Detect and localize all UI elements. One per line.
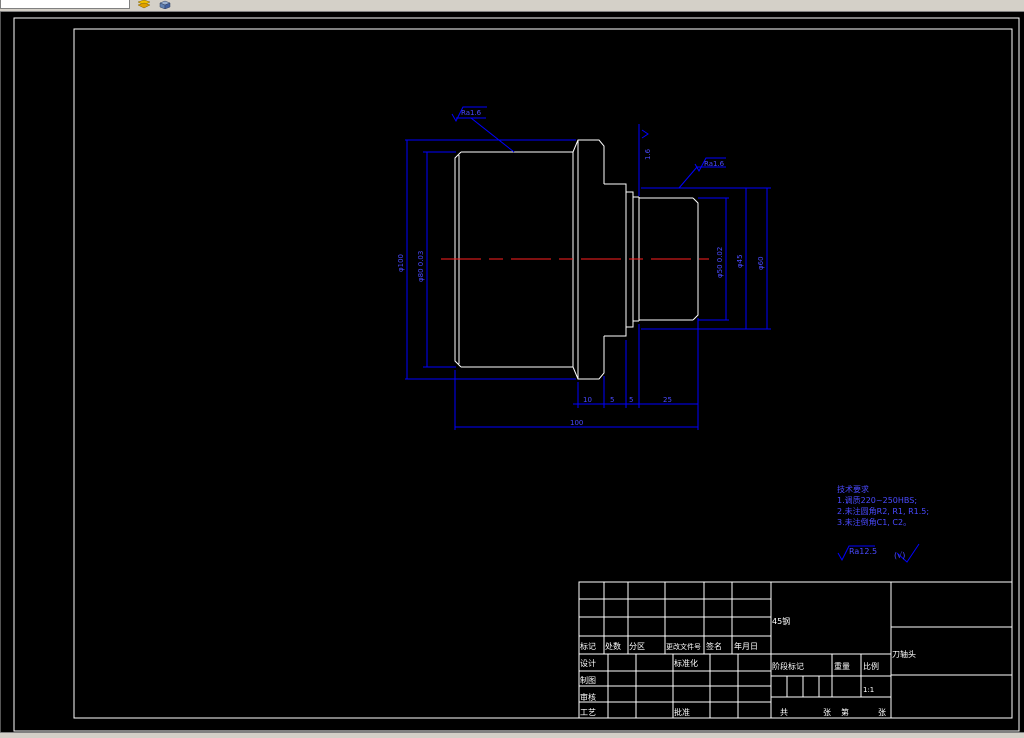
status-bar bbox=[0, 732, 1024, 738]
dim-hub-diameter: φ45 bbox=[736, 254, 744, 268]
tb-change-doc: 更改文件号 bbox=[666, 642, 701, 651]
layer-dropdown[interactable] bbox=[0, 0, 130, 9]
tb-process: 工艺 bbox=[580, 708, 596, 717]
dim-length-b: 5 bbox=[610, 396, 614, 404]
tb-zone: 分区 bbox=[629, 642, 645, 651]
dim-outer-diameter: φ100 bbox=[397, 254, 405, 272]
tb-date: 年月日 bbox=[734, 641, 758, 651]
layer-icon[interactable] bbox=[137, 0, 151, 9]
tb-weight: 重量 bbox=[834, 661, 850, 671]
tb-standardize: 标准化 bbox=[674, 658, 698, 668]
dim-length-a: 10 bbox=[583, 396, 592, 404]
dim-step-roughness: 1.6 bbox=[644, 148, 652, 160]
tb-scale-label: 比例 bbox=[863, 661, 879, 671]
notes-line-2: 2.未注圆角R2, R1, R1.5; bbox=[837, 506, 929, 516]
dim-length-total: 100 bbox=[570, 419, 583, 427]
outer-sheet-border bbox=[13, 17, 1020, 732]
dim-mid-surface: Ra1.6 bbox=[704, 160, 725, 168]
dim-hub-inner-diameter: φ50 0.02 bbox=[716, 247, 724, 278]
dim-hub-outer-diameter: φ60 bbox=[757, 256, 765, 270]
tb-review: 审核 bbox=[580, 692, 596, 702]
tb-sheets-unit-2: 张 bbox=[878, 708, 886, 717]
tb-mark: 标记 bbox=[580, 641, 596, 651]
tb-design: 设计 bbox=[580, 658, 596, 668]
dim-bore-diameter: φ80 0.03 bbox=[417, 251, 425, 282]
cube-icon[interactable] bbox=[158, 0, 172, 9]
notes-title: 技术要求 bbox=[837, 484, 869, 494]
tb-drawing: 制图 bbox=[580, 675, 596, 685]
tb-signature: 签名 bbox=[706, 641, 722, 651]
notes-line-3: 3.未注倒角C1, C2。 bbox=[837, 517, 911, 527]
notes-roughness-main: Ra12.5 bbox=[849, 547, 877, 556]
tb-material: 45钢 bbox=[772, 616, 790, 626]
tb-approve: 批准 bbox=[674, 707, 690, 717]
notes-roughness-rest: (√) bbox=[894, 551, 905, 560]
notes-line-1: 1.调质220~250HBS; bbox=[837, 495, 917, 505]
dim-length-c: 5 bbox=[629, 396, 633, 404]
tb-stage-mark: 阶段标记 bbox=[772, 661, 804, 671]
tb-scale-value: 1:1 bbox=[863, 686, 874, 694]
tb-sheet-no: 第 bbox=[841, 707, 849, 717]
dim-length-d: 25 bbox=[663, 396, 672, 404]
dim-top-surface: Ra1.6 bbox=[461, 109, 482, 117]
inner-frame-border bbox=[73, 28, 1013, 719]
tb-sheets-total: 共 bbox=[780, 708, 788, 717]
toolbar bbox=[0, 0, 1024, 12]
tb-count: 处数 bbox=[605, 641, 621, 651]
tb-part-name: 刀轴头 bbox=[892, 649, 916, 659]
tb-sheets-unit-1: 张 bbox=[823, 708, 831, 717]
drawing-canvas[interactable]: Ra1.6 Ra1.6 1.6 φ100 φ80 0.03 φ50 0.02 φ… bbox=[0, 12, 1024, 732]
drawing-svg: Ra1.6 Ra1.6 1.6 φ100 φ80 0.03 φ50 0.02 φ… bbox=[13, 17, 1020, 732]
